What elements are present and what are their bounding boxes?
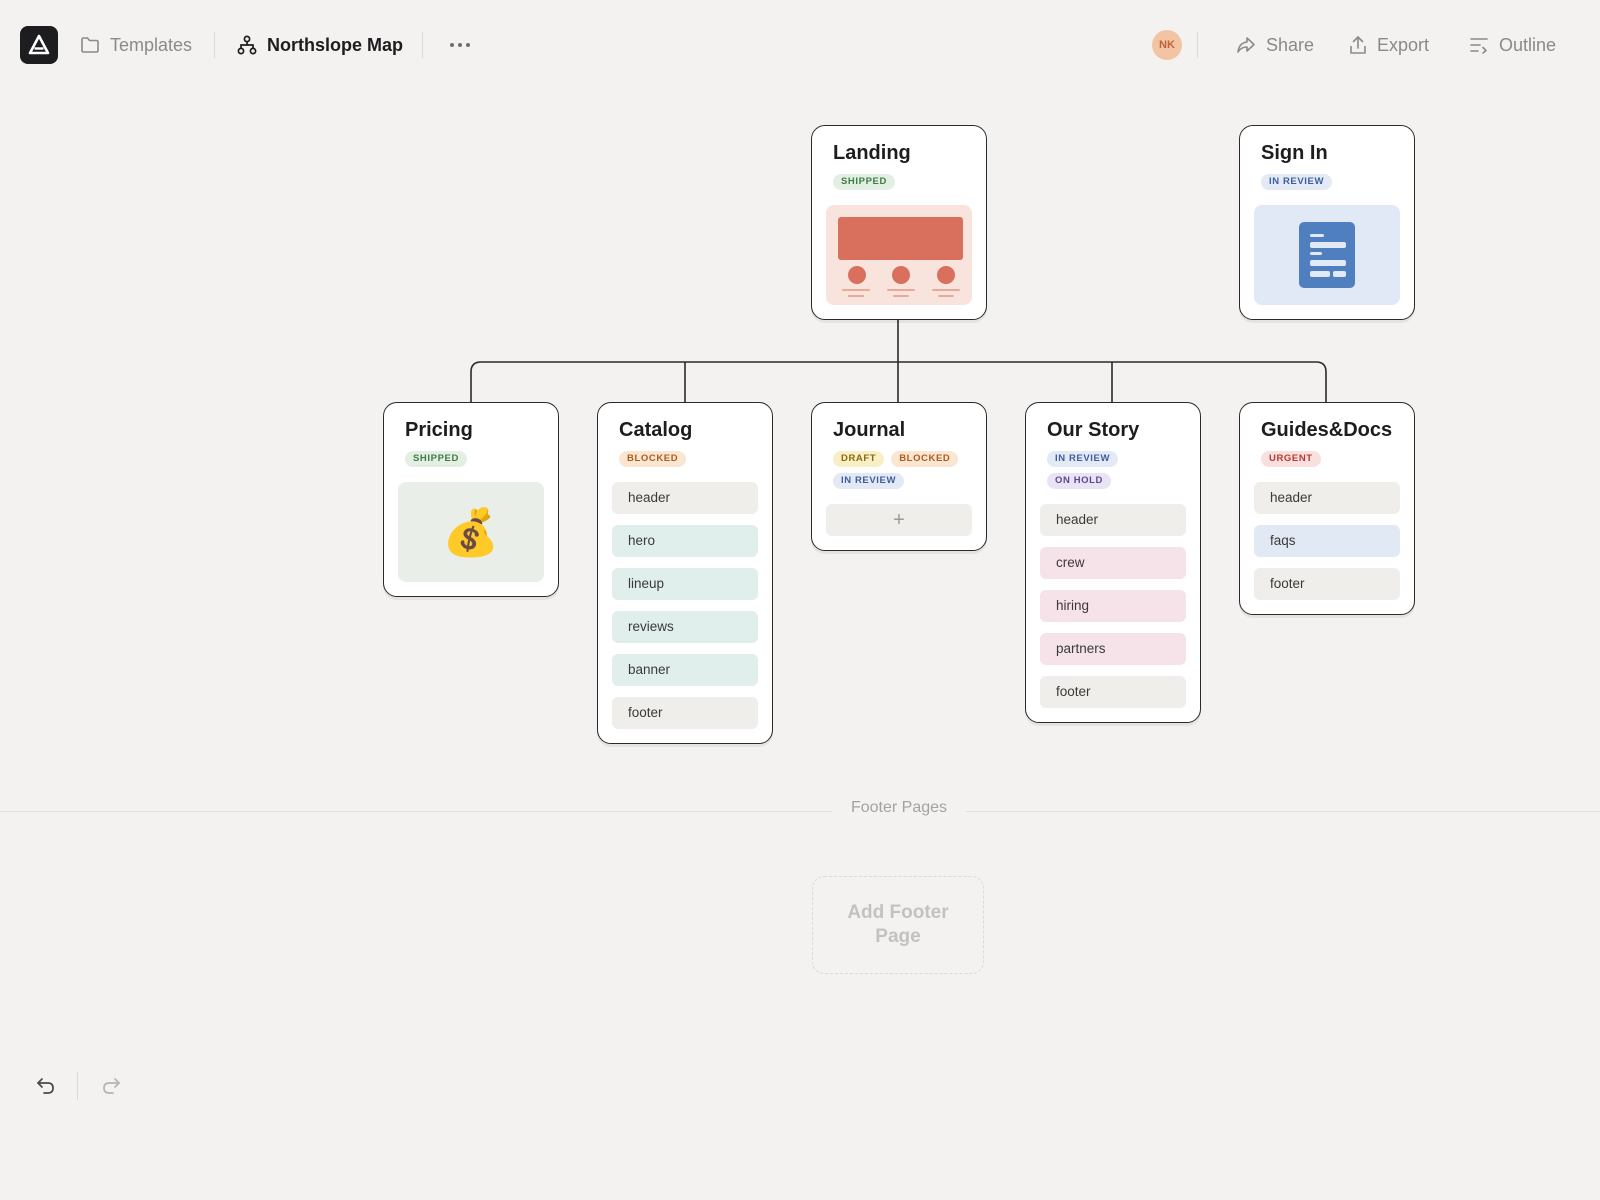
section-block[interactable]: reviews — [612, 611, 758, 643]
document-icon — [1299, 222, 1355, 288]
add-footer-page-label: Add Footer Page — [847, 902, 949, 947]
outline-button[interactable]: Outline — [1469, 32, 1556, 58]
undo-icon — [37, 1078, 54, 1094]
share-label: Share — [1266, 34, 1315, 55]
section-block[interactable]: header — [612, 482, 758, 514]
section-block[interactable]: crew — [1040, 547, 1186, 579]
upload-icon — [1350, 36, 1366, 54]
breadcrumb-current-label: Northslope Map — [267, 34, 404, 55]
status-badge: BLOCKED — [891, 451, 959, 467]
page-title: Our Story — [1047, 419, 1140, 441]
section-block[interactable]: lineup — [612, 568, 758, 600]
section-block[interactable]: footer — [1040, 676, 1186, 708]
footer-pages-label: Footer Pages — [850, 799, 948, 816]
section-block[interactable]: faqs — [1254, 525, 1400, 557]
status-badge: BLOCKED — [619, 451, 687, 467]
outline-list-icon — [1470, 38, 1488, 54]
more-options-button[interactable] — [446, 32, 474, 58]
status-badge: SHIPPED — [833, 174, 895, 190]
page-title: Catalog — [619, 419, 693, 441]
toolbar-divider — [1197, 32, 1198, 58]
breadcrumb-templates-label: Templates — [110, 34, 193, 55]
status-badge: SHIPPED — [405, 451, 467, 467]
breadcrumb-templates[interactable]: Templates — [80, 32, 192, 58]
page-title: Guides&Docs — [1261, 419, 1393, 441]
app-logo-icon[interactable] — [20, 26, 58, 64]
more-horizontal-icon — [450, 43, 470, 47]
footer-divider-right — [966, 811, 1600, 812]
money-bag-icon: 💰 — [442, 505, 500, 558]
section-block[interactable]: header — [1254, 482, 1400, 514]
add-section-button[interactable]: + — [826, 504, 972, 536]
redo-icon — [103, 1078, 120, 1094]
section-block[interactable]: hiring — [1040, 590, 1186, 622]
page-title: Sign In — [1261, 142, 1328, 164]
page-title: Pricing — [405, 419, 473, 441]
outline-label: Outline — [1499, 34, 1557, 55]
sitemap-icon — [237, 35, 257, 55]
status-badge: IN REVIEW — [1047, 451, 1119, 467]
page-card-sign-in[interactable]: Sign In IN REVIEW — [1239, 125, 1415, 320]
user-avatar[interactable]: NK — [1152, 30, 1182, 60]
breadcrumb-divider — [422, 32, 423, 58]
page-card-catalog[interactable]: Catalog BLOCKED header hero lineup revie… — [597, 402, 773, 744]
status-badge: ON HOLD — [1047, 473, 1112, 489]
breadcrumb-current-map[interactable]: Northslope Map — [237, 32, 403, 58]
page-title: Journal — [833, 419, 906, 441]
share-icon — [1237, 37, 1255, 53]
page-card-landing[interactable]: Landing SHIPPED — [811, 125, 987, 320]
page-card-pricing[interactable]: Pricing SHIPPED 💰 — [383, 402, 559, 597]
section-block[interactable]: footer — [612, 697, 758, 729]
footer-divider-left — [0, 811, 832, 812]
top-bar: Templates Northslope Map NK Share Export — [0, 0, 1600, 90]
export-label: Export — [1377, 34, 1430, 55]
section-block[interactable]: footer — [1254, 568, 1400, 600]
section-block[interactable]: hero — [612, 525, 758, 557]
export-button[interactable]: Export — [1349, 32, 1429, 58]
breadcrumb-divider — [214, 32, 215, 58]
landing-wireframe-thumbnail — [826, 205, 972, 305]
pricing-thumbnail: 💰 — [398, 482, 544, 582]
history-divider — [77, 1072, 78, 1100]
folder-icon — [81, 37, 99, 53]
page-card-guides-docs[interactable]: Guides&Docs URGENT header faqs footer — [1239, 402, 1415, 615]
status-badge: IN REVIEW — [1261, 174, 1333, 190]
status-badge: URGENT — [1261, 451, 1321, 467]
page-card-journal[interactable]: Journal DRAFT BLOCKED IN REVIEW + — [811, 402, 987, 551]
page-title: Landing — [833, 142, 911, 164]
page-card-our-story[interactable]: Our Story IN REVIEW ON HOLD header crew … — [1025, 402, 1201, 723]
section-block[interactable]: banner — [612, 654, 758, 686]
status-badge: DRAFT — [833, 451, 885, 467]
section-block[interactable]: header — [1040, 504, 1186, 536]
add-footer-page-button[interactable]: Add Footer Page — [812, 876, 984, 974]
status-badge: IN REVIEW — [833, 473, 905, 489]
section-block[interactable]: partners — [1040, 633, 1186, 665]
sign-in-thumbnail — [1254, 205, 1400, 305]
share-button[interactable]: Share — [1236, 32, 1314, 58]
redo-button[interactable] — [99, 1074, 123, 1098]
undo-button[interactable] — [34, 1074, 58, 1098]
